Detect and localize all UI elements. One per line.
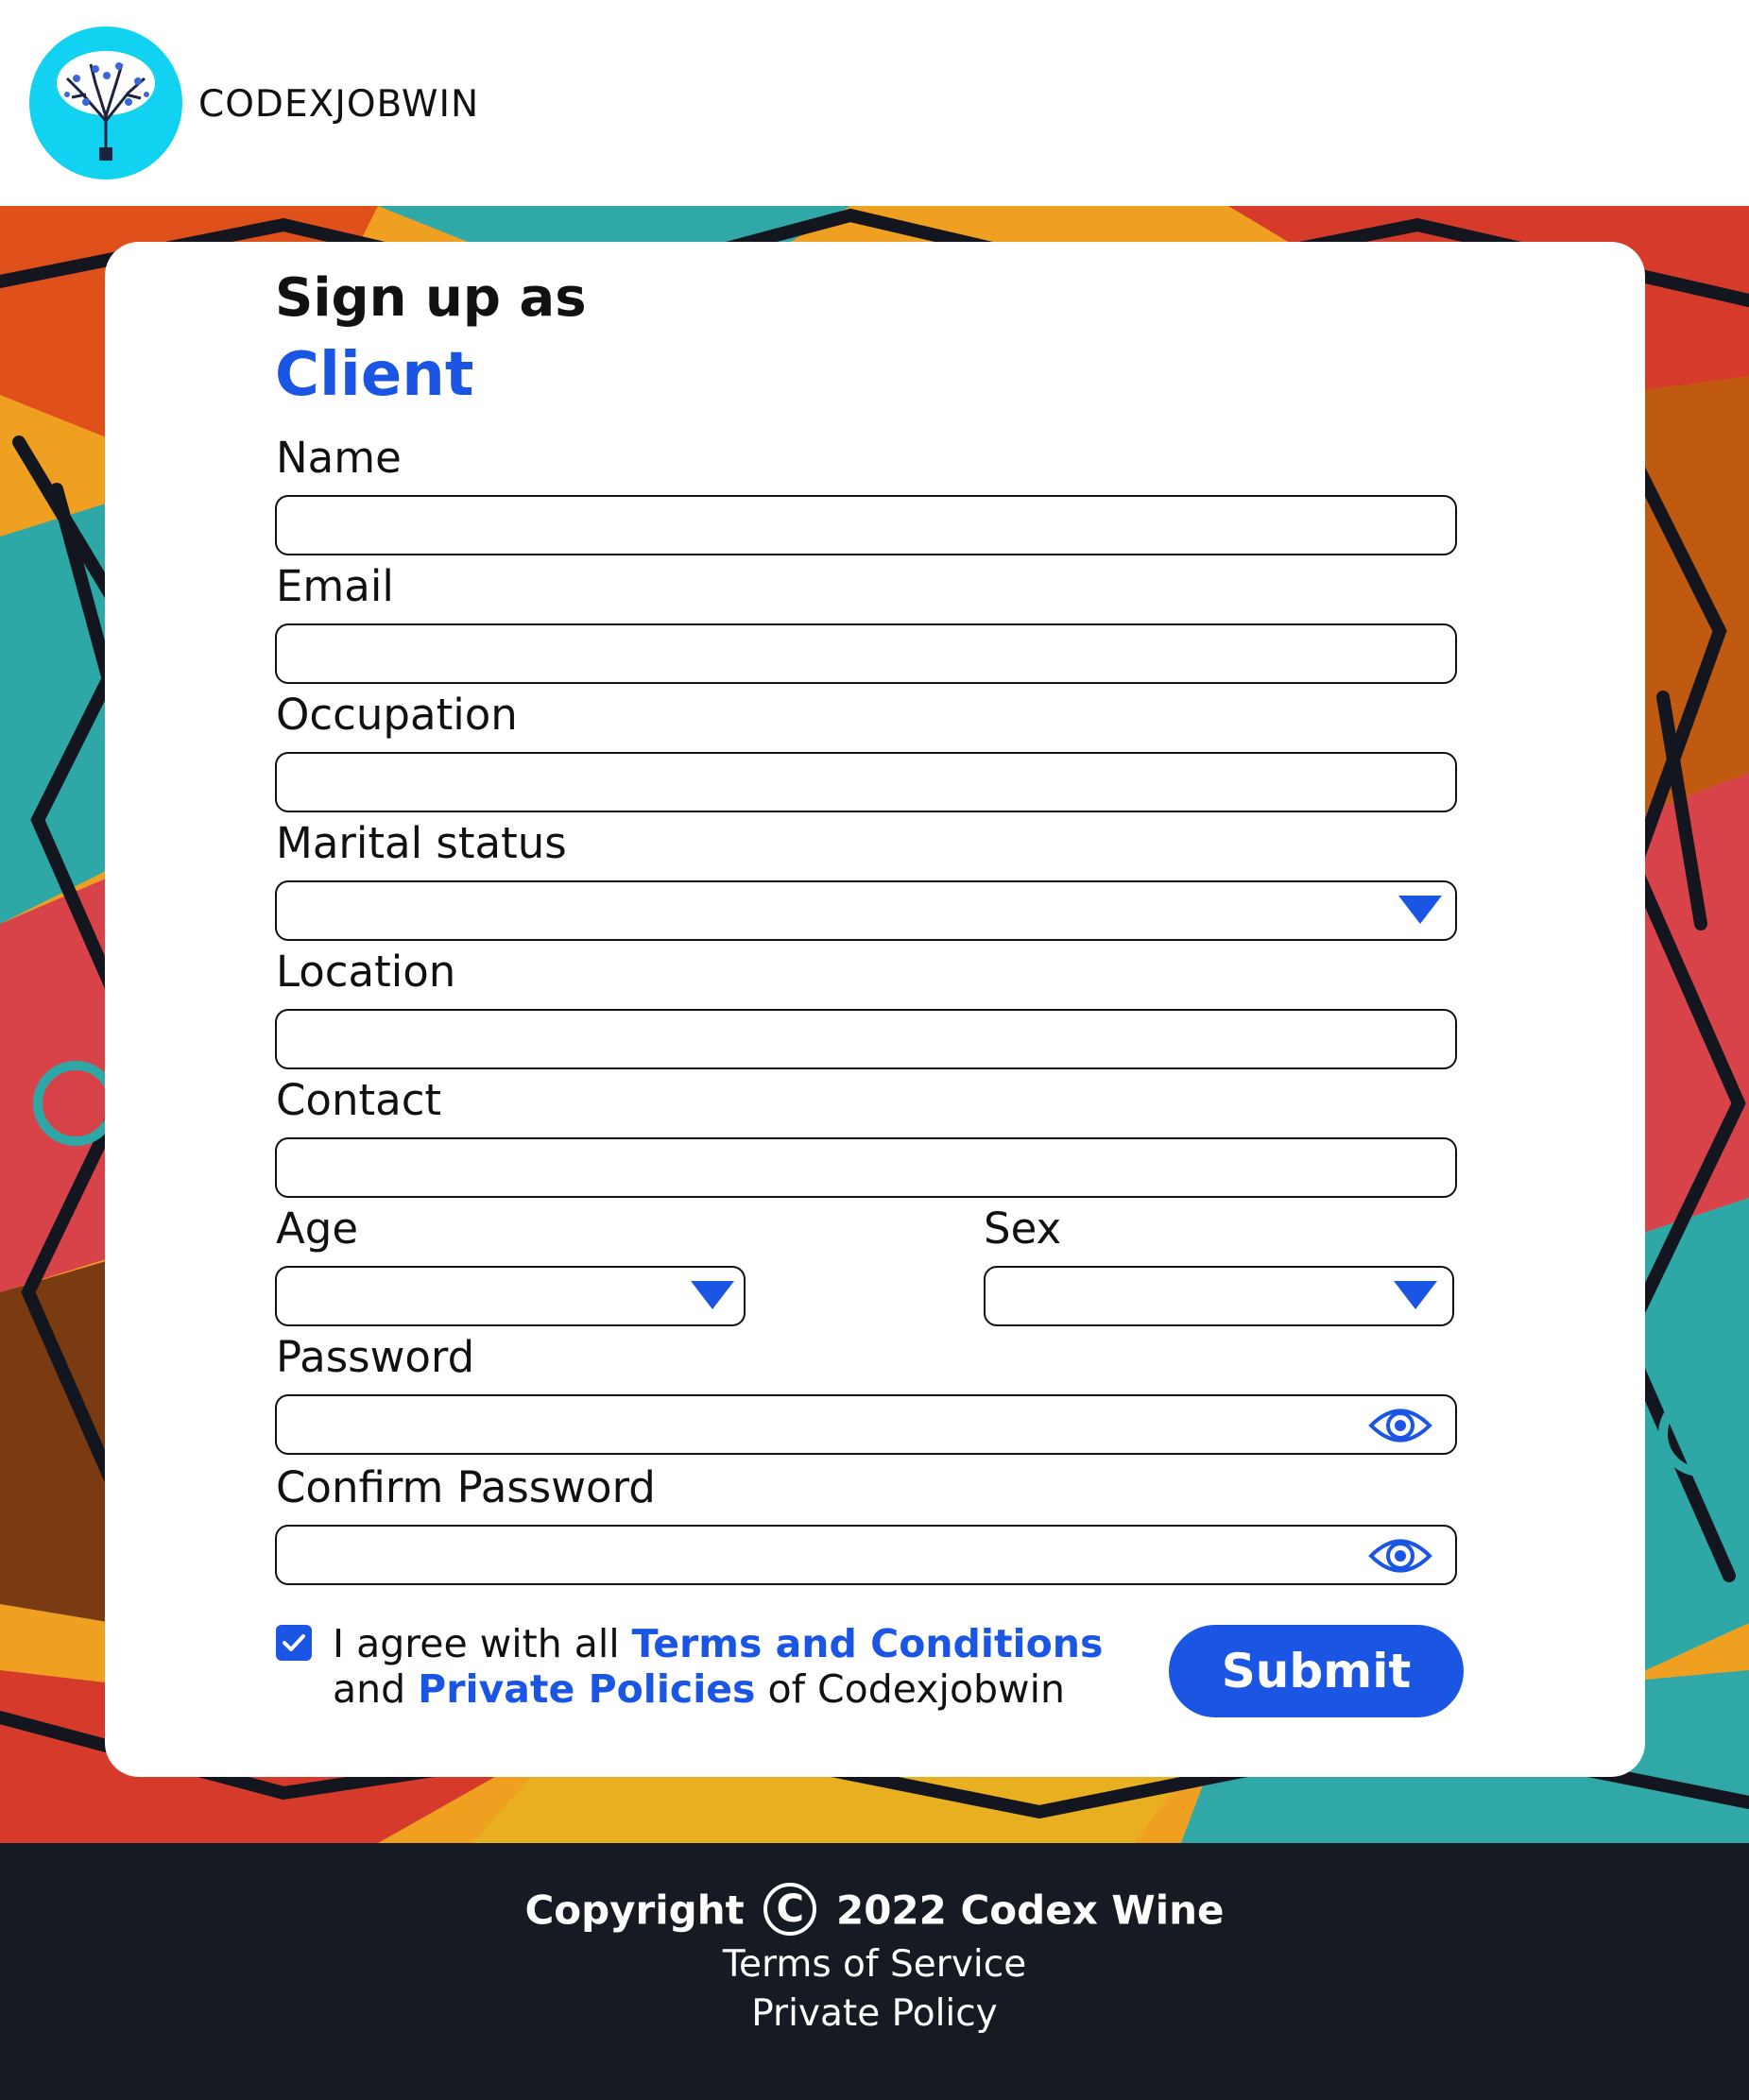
brand-name[interactable]: CODEXJOBWIN xyxy=(198,83,479,126)
confirm-password-input[interactable] xyxy=(277,1527,1373,1583)
contact-input[interactable] xyxy=(277,1139,1455,1196)
check-icon xyxy=(283,1634,305,1651)
copyright-text: Copyright C 2022 Codex Wine xyxy=(0,1883,1749,1939)
copyright-icon: C xyxy=(763,1883,817,1936)
sex-label: Sex xyxy=(984,1204,1062,1254)
name-label: Name xyxy=(276,433,402,483)
tree-logo-icon[interactable] xyxy=(29,26,182,179)
confirm-password-label: Confirm Password xyxy=(276,1462,656,1512)
email-input[interactable] xyxy=(277,625,1455,682)
eye-icon[interactable] xyxy=(1368,1534,1432,1578)
marital-status-label: Marital status xyxy=(276,818,567,868)
age-select[interactable] xyxy=(275,1266,746,1326)
name-field[interactable] xyxy=(275,495,1457,555)
sex-select[interactable] xyxy=(984,1266,1454,1326)
location-field[interactable] xyxy=(275,1009,1457,1069)
agreement-text-1: I agree with all xyxy=(333,1621,632,1666)
site-header: CODEXJOBWIN xyxy=(0,0,1749,206)
contact-field[interactable] xyxy=(275,1137,1457,1198)
chevron-down-icon[interactable] xyxy=(691,1281,734,1309)
occupation-input[interactable] xyxy=(277,754,1455,811)
location-input[interactable] xyxy=(277,1011,1455,1067)
age-label: Age xyxy=(276,1204,359,1254)
occupation-field[interactable] xyxy=(275,752,1457,812)
submit-button[interactable]: Submit xyxy=(1169,1625,1464,1717)
occupation-label: Occupation xyxy=(276,690,518,740)
private-policies-link[interactable]: Private Policies xyxy=(418,1666,755,1712)
form-title: Sign up as xyxy=(275,267,587,329)
form-subtitle: Client xyxy=(275,340,474,410)
copyright-prefix: Copyright xyxy=(524,1887,745,1934)
agree-checkbox[interactable] xyxy=(276,1625,312,1661)
contact-label: Contact xyxy=(276,1075,442,1125)
agreement-text: I agree with all Terms and Conditions an… xyxy=(333,1621,1103,1712)
email-label: Email xyxy=(276,561,394,611)
private-policy-link[interactable]: Private Policy xyxy=(0,1992,1749,2035)
location-label: Location xyxy=(276,947,456,997)
chevron-down-icon[interactable] xyxy=(1394,1281,1437,1309)
terms-of-service-link[interactable]: Terms of Service xyxy=(0,1943,1749,1986)
marital-status-select[interactable] xyxy=(275,880,1457,941)
eye-icon[interactable] xyxy=(1368,1404,1432,1447)
terms-and-conditions-link[interactable]: Terms and Conditions xyxy=(632,1621,1104,1666)
password-label: Password xyxy=(276,1332,475,1382)
email-field[interactable] xyxy=(275,623,1457,684)
name-input[interactable] xyxy=(277,497,1455,554)
agreement-text-3: of Codexjobwin xyxy=(755,1666,1065,1712)
agreement-text-2: and xyxy=(333,1666,419,1712)
password-input[interactable] xyxy=(277,1396,1373,1453)
confirm-password-field[interactable] xyxy=(275,1525,1457,1585)
site-footer: Copyright C 2022 Codex Wine Terms of Ser… xyxy=(0,1843,1749,2100)
copyright-suffix: 2022 Codex Wine xyxy=(835,1887,1225,1934)
chevron-down-icon[interactable] xyxy=(1398,896,1442,924)
password-field[interactable] xyxy=(275,1394,1457,1455)
